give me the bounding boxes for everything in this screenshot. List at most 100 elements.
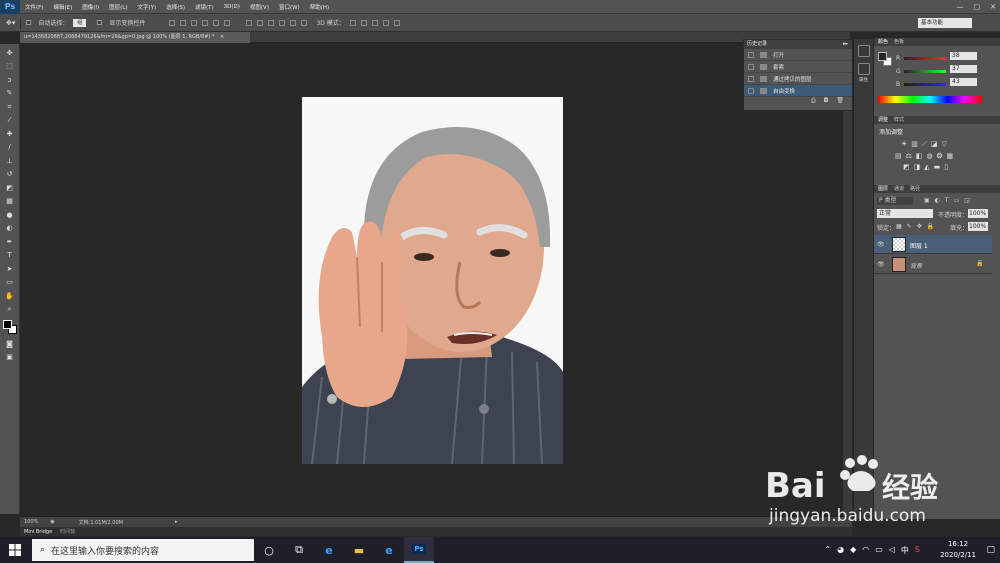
menu-file[interactable]: 文件(F) (20, 3, 48, 11)
brightness-icon[interactable]: ☀ (901, 140, 907, 149)
menu-type[interactable]: 文字(Y) (133, 3, 162, 11)
healing-brush-tool-icon[interactable]: ✚ (4, 129, 16, 139)
shape-tool-icon[interactable]: ▭ (4, 277, 16, 287)
status-menu-arrow-icon[interactable]: ▸ (175, 519, 178, 525)
dodge-tool-icon[interactable]: ◐ (4, 223, 16, 233)
visibility-eye-icon[interactable]: 👁 (877, 241, 885, 248)
visibility-eye-icon[interactable]: 👁 (877, 261, 885, 268)
tab-swatches[interactable]: 色板 (894, 38, 904, 46)
qq-icon[interactable]: ◕ (837, 545, 844, 556)
minimize-icon[interactable]: — (957, 3, 964, 11)
align-bottom-icon[interactable] (191, 19, 198, 26)
document-info[interactable]: 文档:1.01M/2.00M (79, 519, 123, 526)
layer-name[interactable]: 背景 (910, 261, 922, 270)
windows-start-icon[interactable] (0, 537, 30, 563)
menu-filter[interactable]: 滤镜(T) (190, 3, 219, 11)
tab-channels[interactable]: 通道 (894, 185, 904, 193)
color-balance-icon[interactable]: ⚖ (906, 152, 912, 160)
volume-icon[interactable]: ◁ (889, 545, 895, 556)
menu-layer[interactable]: 图层(L) (104, 3, 132, 11)
filter-pixel-icon[interactable]: ▣ (924, 197, 930, 204)
filter-smart-icon[interactable]: ◲ (964, 197, 970, 204)
align-left-icon[interactable] (202, 19, 209, 26)
align-top-icon[interactable] (169, 19, 176, 26)
panel-collapse-icon[interactable]: ▸▸ (843, 40, 848, 49)
layer-filter-dropdown[interactable]: P 类型 (877, 197, 913, 205)
document-canvas[interactable] (302, 97, 563, 464)
tab-mini-bridge[interactable]: Mini Bridge (24, 529, 52, 535)
gradient-map-icon[interactable]: ▬ (934, 163, 941, 171)
align-hcenter-icon[interactable] (213, 19, 220, 26)
history-item-free-transform[interactable]: 自由变换 (744, 85, 852, 97)
ie-browser-icon[interactable]: e (374, 537, 404, 563)
tab-close-icon[interactable]: × (220, 34, 224, 40)
trash-icon[interactable]: 🗑 (836, 97, 844, 107)
zoom-level[interactable]: 100% (24, 519, 38, 525)
filter-shape-icon[interactable]: ▭ (954, 197, 960, 204)
lock-pixels-icon[interactable]: ✎ (907, 223, 912, 230)
bw-icon[interactable]: ◧ (916, 152, 923, 160)
history-panel-title[interactable]: 历史记录 (747, 41, 767, 47)
type-tool-icon[interactable]: T (4, 250, 16, 260)
r-value[interactable]: 38 (950, 52, 977, 60)
maximize-icon[interactable]: ▢ (974, 3, 981, 11)
hand-tool-icon[interactable]: ✋ (4, 291, 16, 301)
color-spectrum[interactable] (878, 96, 982, 103)
lasso-tool-icon[interactable]: ↄ (4, 75, 16, 85)
g-slider[interactable] (904, 70, 946, 73)
layer-row-layer1[interactable]: 👁 图层 1 (874, 235, 992, 254)
security-icon[interactable]: ◆ (850, 545, 856, 556)
posterize-icon[interactable]: ◨ (914, 163, 921, 171)
cortana-icon[interactable]: ○ (254, 537, 284, 563)
menu-window[interactable]: 窗口(W) (274, 3, 305, 11)
task-view-icon[interactable]: ⧉ (284, 537, 314, 563)
tab-timeline[interactable]: 时间轴 (60, 528, 75, 535)
levels-icon[interactable]: ▥ (911, 140, 918, 149)
gradient-tool-icon[interactable]: ▦ (4, 196, 16, 206)
vertical-scrollbar[interactable] (843, 43, 852, 516)
properties-panel-icon[interactable] (857, 63, 870, 75)
tab-styles[interactable]: 样式 (894, 116, 904, 124)
vibrance-icon[interactable]: ▽ (941, 140, 946, 149)
wifi-icon[interactable]: ◠ (862, 545, 869, 556)
blend-mode-dropdown[interactable]: 正常 (877, 209, 933, 218)
distribute-right-icon[interactable] (301, 19, 308, 26)
tab-paths[interactable]: 路径 (910, 185, 920, 193)
3d-rotate-icon[interactable] (349, 19, 356, 26)
document-tab[interactable]: u=1436820887,2068479126&fm=26&gp=0.jpg @… (20, 32, 250, 43)
taskbar-clock[interactable]: 16:12 2020/2/11 (940, 539, 976, 561)
fg-color-chip[interactable] (878, 52, 887, 61)
marquee-tool-icon[interactable]: ⬚ (4, 61, 16, 71)
invert-icon[interactable]: ◩ (903, 163, 910, 171)
hue-saturation-icon[interactable]: ▤ (895, 152, 902, 160)
fill-input[interactable]: 100% (968, 222, 988, 231)
channel-mixer-icon[interactable]: ❂ (937, 152, 943, 160)
move-tool-icon[interactable]: ✥▾ (6, 19, 15, 27)
b-slider[interactable] (904, 83, 946, 86)
history-item-open[interactable]: 打开 (744, 49, 852, 61)
g-value[interactable]: 37 (950, 65, 977, 73)
menu-edit[interactable]: 编辑(E) (48, 3, 77, 11)
history-snapshot-box[interactable] (748, 51, 754, 58)
sogou-icon[interactable]: S (915, 545, 920, 556)
b-value[interactable]: 43 (950, 78, 977, 86)
close-icon[interactable]: ✕ (990, 3, 996, 11)
tray-chevron-icon[interactable]: ⌃ (824, 545, 831, 556)
history-snapshot-box[interactable] (748, 75, 754, 82)
tab-color[interactable]: 颜色 (878, 38, 888, 46)
tab-layers[interactable]: 图层 (878, 185, 888, 193)
auto-select-dropdown[interactable]: 组 (73, 18, 87, 27)
menu-view[interactable]: 视图(V) (245, 3, 274, 11)
3d-scale-icon[interactable] (393, 19, 400, 26)
eraser-tool-icon[interactable]: ◩ (4, 183, 16, 193)
lock-position-icon[interactable]: ✥ (917, 223, 922, 230)
threshold-icon[interactable]: ◭ (924, 163, 929, 171)
notification-icon[interactable]: ▢ (986, 545, 995, 555)
foreground-color-swatch[interactable] (2, 320, 12, 329)
clone-stamp-tool-icon[interactable]: ⊥ (4, 156, 16, 166)
3d-slide-icon[interactable] (382, 19, 389, 26)
filter-adjust-icon[interactable]: ◐ (935, 197, 940, 204)
quick-mask-icon[interactable]: ◙ (4, 339, 16, 349)
path-select-tool-icon[interactable]: ➤ (4, 264, 16, 274)
history-item-layer-via-copy[interactable]: 通过拷贝的图层 (744, 73, 852, 85)
